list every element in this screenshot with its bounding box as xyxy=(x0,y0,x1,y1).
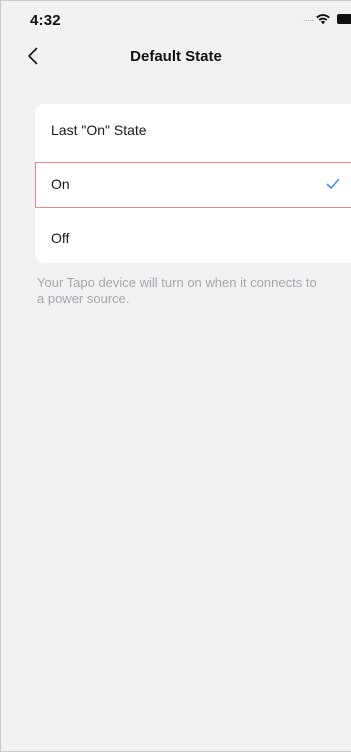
default-state-options: Last "On" State On Off xyxy=(35,104,351,263)
status-bar: 4:32 ..... xyxy=(1,1,351,37)
option-label: Last "On" State xyxy=(51,122,147,138)
option-off[interactable]: Off xyxy=(35,216,351,262)
option-label: On xyxy=(51,176,70,192)
phone-screen: 4:32 ..... Default State Last "On" State… xyxy=(0,0,351,752)
battery-icon xyxy=(337,14,351,24)
signal-dots: ..... xyxy=(302,13,314,23)
wifi-icon xyxy=(316,14,330,25)
status-time: 4:32 xyxy=(30,12,61,29)
check-icon xyxy=(326,178,340,189)
option-last-on-state[interactable]: Last "On" State xyxy=(35,108,351,154)
page-title: Default State xyxy=(130,48,222,65)
option-on[interactable]: On xyxy=(35,162,351,208)
hint-text: Your Tapo device will turn on when it co… xyxy=(37,275,317,306)
navigation-bar: Default State xyxy=(1,37,351,77)
option-label: Off xyxy=(51,230,70,246)
